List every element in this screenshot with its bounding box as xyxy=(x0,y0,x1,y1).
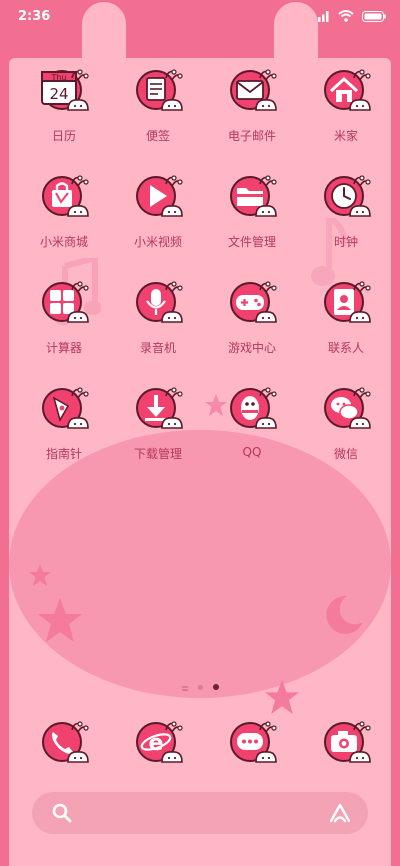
home-icon xyxy=(320,66,372,118)
play-icon xyxy=(132,172,184,224)
app-label: 下载管理 xyxy=(133,447,182,461)
background-blob xyxy=(9,430,391,698)
app-label: 联系人 xyxy=(327,341,364,355)
search-icon[interactable] xyxy=(52,803,72,823)
star-decoration xyxy=(29,564,51,586)
battery-icon xyxy=(362,10,386,22)
folder-icon xyxy=(226,172,278,224)
app-label: 文件管理 xyxy=(227,235,276,249)
page-dot-active xyxy=(212,684,219,690)
moon-decoration xyxy=(326,595,363,634)
svg-text:24: 24 xyxy=(49,85,68,103)
app-gamepad[interactable]: 游戏中心 xyxy=(204,278,300,356)
app-label: 指南针 xyxy=(45,447,82,461)
app-label: 小米商城 xyxy=(39,235,88,249)
app-notes[interactable]: 便签 xyxy=(110,66,206,144)
calculator-icon xyxy=(38,278,90,330)
app-contacts[interactable]: 联系人 xyxy=(298,278,394,356)
app-label: 微信 xyxy=(333,447,358,461)
app-label: 便签 xyxy=(145,129,170,143)
microphone-icon xyxy=(132,278,184,330)
app-download[interactable]: 下载管理 xyxy=(110,384,206,462)
app-label: 录音机 xyxy=(139,341,176,355)
app-compass[interactable]: 指南针 xyxy=(16,384,112,462)
mail-icon xyxy=(226,66,278,118)
app-label: 米家 xyxy=(333,129,358,143)
app-microphone[interactable]: 录音机 xyxy=(110,278,206,356)
notes-icon xyxy=(132,66,184,118)
dock-messages[interactable] xyxy=(204,718,300,770)
app-qq[interactable]: QQ xyxy=(204,384,300,459)
messages-icon xyxy=(226,718,278,770)
app-wechat[interactable]: 微信 xyxy=(298,384,394,462)
calendar-icon: Thu 24 xyxy=(38,66,90,118)
status-bar: 2:36 xyxy=(0,0,400,34)
app-label: 日历 xyxy=(51,129,76,143)
wechat-icon xyxy=(320,384,372,436)
contacts-icon xyxy=(320,278,372,330)
app-label: 计算器 xyxy=(45,341,82,355)
clock-icon xyxy=(320,172,372,224)
app-calculator[interactable]: 计算器 xyxy=(16,278,112,356)
page-dot xyxy=(181,686,188,688)
app-clock[interactable]: 时钟 xyxy=(298,172,394,250)
browser-icon: e xyxy=(132,718,184,770)
compass-icon xyxy=(38,384,90,436)
app-mail[interactable]: 电子邮件 xyxy=(204,66,300,144)
assistant-icon[interactable] xyxy=(328,802,352,824)
app-home[interactable]: 米家 xyxy=(298,66,394,144)
status-time: 2:36 xyxy=(18,9,51,24)
app-label: 小米视频 xyxy=(133,235,182,249)
camera-icon xyxy=(320,718,372,770)
wifi-icon xyxy=(338,10,354,22)
phone-icon xyxy=(38,718,90,770)
page-dot xyxy=(197,684,203,690)
dock-phone[interactable] xyxy=(16,718,112,770)
shopping-bag-icon xyxy=(38,172,90,224)
search-bar[interactable] xyxy=(32,792,368,834)
svg-text:Thu: Thu xyxy=(50,73,66,82)
star-decoration xyxy=(38,598,82,642)
app-label: QQ xyxy=(242,445,262,459)
app-label: 游戏中心 xyxy=(227,341,276,355)
qq-icon xyxy=(226,384,278,436)
gamepad-icon xyxy=(226,278,278,330)
app-folder[interactable]: 文件管理 xyxy=(204,172,300,250)
app-label: 时钟 xyxy=(333,235,358,249)
download-icon xyxy=(132,384,184,436)
page-indicator[interactable] xyxy=(0,684,400,690)
dock-camera[interactable] xyxy=(298,718,394,770)
app-shopping-bag[interactable]: 小米商城 xyxy=(16,172,112,250)
app-label: 电子邮件 xyxy=(227,129,276,143)
app-play[interactable]: 小米视频 xyxy=(110,172,206,250)
app-calendar[interactable]: Thu 24 日历 xyxy=(16,66,112,144)
dock-browser[interactable]: e xyxy=(110,718,206,770)
